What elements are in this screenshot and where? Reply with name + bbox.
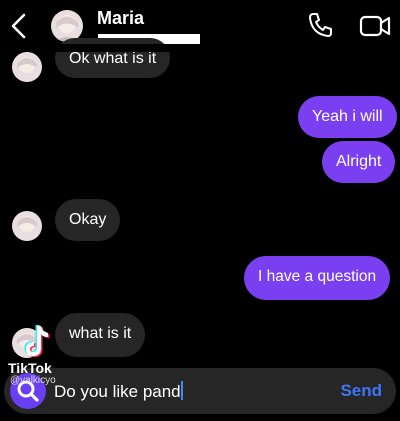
tiktok-watermark: TikTok @valkicyo	[8, 322, 82, 386]
tiktok-brand: TikTok	[8, 360, 52, 376]
contact-name[interactable]: Maria	[97, 8, 144, 29]
contact-avatar-small	[12, 211, 42, 241]
message-bubble-outgoing[interactable]: Yeah i will	[298, 96, 397, 138]
message-bubble-outgoing[interactable]: I have a question	[244, 256, 391, 300]
tiktok-username: @valkicyo	[10, 375, 56, 386]
video-camera-icon[interactable]	[358, 11, 392, 41]
contact-avatar-small	[12, 52, 42, 82]
tiktok-logo-icon	[24, 325, 50, 357]
phone-icon[interactable]	[306, 10, 336, 40]
message-bubble-incoming[interactable]: Okay	[55, 199, 121, 241]
message-bubble-outgoing[interactable]: Alright	[322, 141, 396, 183]
text-caret	[180, 381, 183, 400]
send-button[interactable]: Send	[340, 381, 382, 401]
back-arrow-icon[interactable]	[6, 10, 32, 42]
header-divider	[0, 44, 400, 52]
